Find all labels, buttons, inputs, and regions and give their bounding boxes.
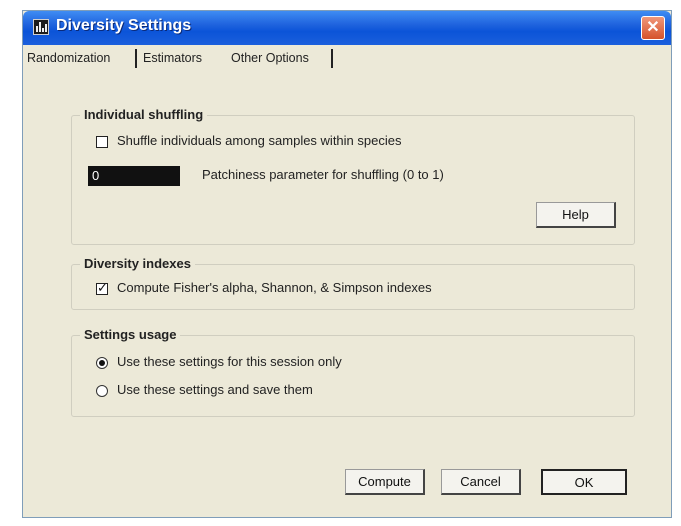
patchiness-label: Patchiness parameter for shuffling (0 to…: [202, 167, 444, 182]
session-only-label[interactable]: Use these settings for this session only: [117, 354, 342, 369]
patchiness-input[interactable]: 0: [88, 166, 180, 186]
close-icon: ✕: [646, 19, 660, 36]
histogram-app-icon: [33, 19, 49, 35]
close-button[interactable]: ✕: [641, 16, 665, 40]
tab-divider: [331, 49, 333, 68]
window-title: Diversity Settings: [56, 17, 192, 34]
save-settings-label[interactable]: Use these settings and save them: [117, 382, 313, 397]
ok-button[interactable]: OK: [541, 469, 627, 495]
individual-shuffling-legend: Individual shuffling: [80, 107, 208, 122]
individual-shuffling-group: Individual shuffling Shuffle individuals…: [71, 107, 635, 245]
tab-randomization[interactable]: Randomization: [27, 51, 110, 65]
compute-indexes-label[interactable]: Compute Fisher's alpha, Shannon, & Simps…: [117, 280, 432, 295]
shuffle-individuals-checkbox[interactable]: [96, 136, 108, 148]
diversity-indexes-group: Diversity indexes Compute Fisher's alpha…: [71, 256, 635, 310]
save-settings-radio[interactable]: [96, 385, 108, 397]
settings-usage-legend: Settings usage: [80, 327, 181, 342]
other-options-panel: Individual shuffling Shuffle individuals…: [27, 71, 667, 515]
diversity-settings-dialog: Diversity Settings ✕ Randomization Estim…: [22, 10, 672, 518]
diversity-indexes-legend: Diversity indexes: [80, 256, 195, 271]
help-button[interactable]: Help: [536, 202, 616, 228]
compute-indexes-checkbox[interactable]: [96, 280, 108, 296]
tab-other-options[interactable]: Other Options: [231, 51, 309, 65]
settings-usage-group: Settings usage Use these settings for th…: [71, 327, 635, 417]
session-only-radio[interactable]: [96, 357, 108, 369]
shuffle-individuals-label[interactable]: Shuffle individuals among samples within…: [117, 133, 401, 148]
tab-divider: [135, 49, 137, 68]
title-bar[interactable]: Diversity Settings ✕: [23, 11, 671, 45]
compute-button[interactable]: Compute: [345, 469, 425, 495]
tab-estimators[interactable]: Estimators: [143, 51, 202, 65]
tab-strip: Randomization Estimators Other Options: [23, 47, 671, 71]
cancel-button[interactable]: Cancel: [441, 469, 521, 495]
